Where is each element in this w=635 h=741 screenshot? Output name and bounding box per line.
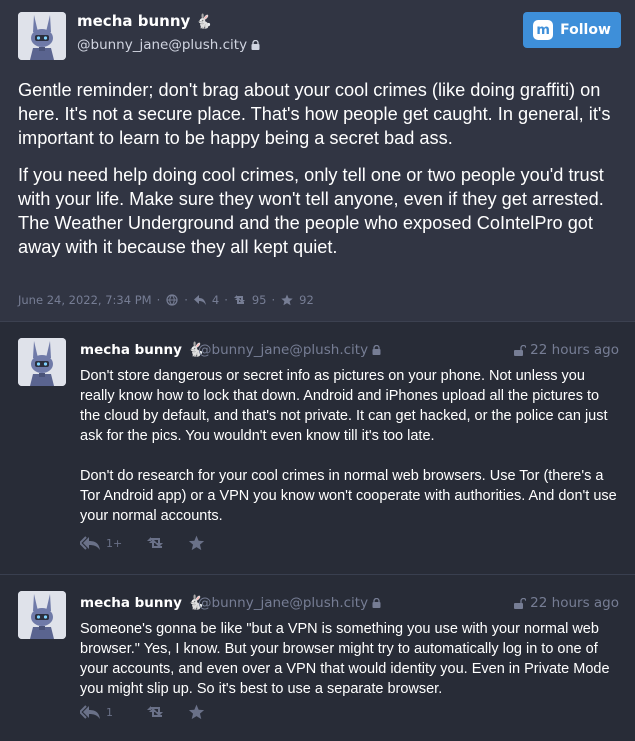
status-meta: June 24, 2022, 7:34 PM · · 4 · 95 · 92 [18, 293, 314, 307]
boost-icon [147, 706, 163, 717]
robot-bunny-avatar-icon [18, 12, 66, 60]
account-handle[interactable]: @bunny_jane@plush.city [77, 37, 260, 53]
favourite-button[interactable] [188, 535, 205, 551]
reply-button[interactable]: 1+ [80, 535, 146, 551]
reply-icon[interactable] [193, 294, 207, 306]
reply-all-icon [80, 536, 100, 550]
star-icon[interactable] [280, 294, 294, 306]
star-icon [188, 704, 205, 720]
avatar[interactable] [18, 591, 66, 639]
lock-icon [372, 345, 381, 355]
boost-icon [147, 537, 163, 548]
favourite-count: 92 [299, 293, 314, 307]
reply-count: 1+ [106, 536, 123, 550]
bunny-emoji-icon: 🐇 [195, 14, 213, 30]
favourite-button[interactable] [188, 704, 205, 720]
lock-icon [251, 40, 260, 50]
avatar[interactable] [18, 12, 66, 60]
status-paragraph: Someone's gonna be like "but a VPN is so… [80, 621, 610, 697]
unlock-icon [514, 344, 527, 356]
follow-button[interactable]: m Follow [523, 12, 621, 48]
status-paragraph: If you need help doing cool crimes, only… [18, 165, 604, 257]
reply-status[interactable]: mecha bunny 🐇 @bunny_jane@plush.city 22 h… [0, 323, 635, 575]
boost-icon[interactable] [233, 294, 247, 306]
status-content: Don't store dangerous or secret info as … [80, 366, 620, 546]
status-paragraph: Don't store dangerous or secret info as … [80, 368, 608, 444]
reply-count: 1 [106, 705, 113, 719]
globe-icon [166, 294, 178, 306]
reply-status[interactable]: mecha bunny 🐇 @bunny_jane@plush.city 22 h… [0, 576, 635, 741]
display-name[interactable]: mecha bunny 🐇 [80, 595, 204, 611]
status-content: Gentle reminder; don't brag about your c… [18, 78, 618, 272]
focused-status: mecha bunny 🐇 @bunny_jane@plush.city m Fo… [0, 0, 635, 322]
account-handle[interactable]: @bunny_jane@plush.city [198, 342, 381, 358]
unlock-icon [514, 597, 527, 609]
status-action-bar: 1+ [80, 535, 205, 551]
lock-icon [372, 598, 381, 608]
robot-bunny-avatar-icon [18, 338, 66, 386]
display-name[interactable]: mecha bunny 🐇 [77, 12, 213, 30]
status-paragraph: Don't do research for your cool crimes i… [80, 468, 617, 524]
timestamp-link[interactable]: June 24, 2022, 7:34 PM [18, 293, 152, 307]
reply-all-icon [80, 705, 100, 719]
status-action-bar: 1 [80, 704, 205, 720]
boost-button[interactable] [146, 535, 188, 551]
relative-time[interactable]: 22 hours ago [514, 342, 619, 358]
account-handle[interactable]: @bunny_jane@plush.city [198, 595, 381, 611]
boost-button[interactable] [146, 704, 188, 720]
reply-button[interactable]: 1 [80, 704, 146, 720]
mastodon-icon: m [533, 20, 554, 40]
display-name[interactable]: mecha bunny 🐇 [80, 342, 204, 358]
avatar[interactable] [18, 338, 66, 386]
star-icon [188, 535, 205, 551]
relative-time[interactable]: 22 hours ago [514, 595, 619, 611]
boost-count: 95 [251, 293, 267, 307]
robot-bunny-avatar-icon [18, 591, 66, 639]
reply-count: 4 [211, 293, 220, 307]
status-paragraph: Gentle reminder; don't brag about your c… [18, 80, 611, 148]
